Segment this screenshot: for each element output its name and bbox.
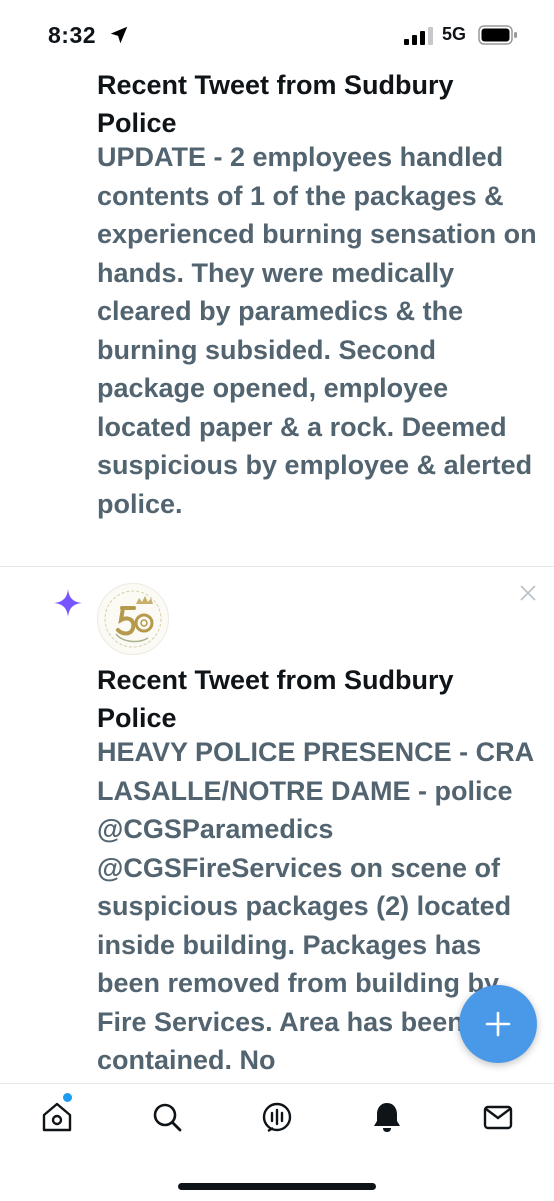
avatar[interactable] [97,583,169,655]
notifications-icon[interactable] [370,1100,404,1134]
home-indicator [178,1183,376,1190]
tweet-body: UPDATE - 2 employees handled contents of… [97,142,537,519]
spaces-icon[interactable] [260,1100,294,1134]
signal-icon [404,27,433,45]
status-bar: 8:32 5G [0,0,554,66]
sparkle-icon [54,589,82,617]
compose-button[interactable] [459,985,537,1063]
anniversary-logo-icon [104,590,162,648]
messages-icon[interactable] [481,1100,515,1134]
location-arrow-icon [110,26,128,44]
status-time: 8:32 [48,22,97,48]
tweet-title: Recent Tweet from Sudbury Police [97,70,454,138]
tweet-card[interactable]: Recent Tweet from Sudbury Police UPDATE … [0,66,554,566]
tweet-title: Recent Tweet from Sudbury Police [97,665,454,733]
home-notification-dot [63,1093,72,1102]
network-type: 5G [442,24,467,44]
search-icon[interactable] [150,1100,184,1134]
battery-icon [478,25,517,45]
home-icon[interactable] [40,1100,74,1134]
plus-icon [485,1011,511,1037]
close-icon[interactable] [519,584,537,602]
